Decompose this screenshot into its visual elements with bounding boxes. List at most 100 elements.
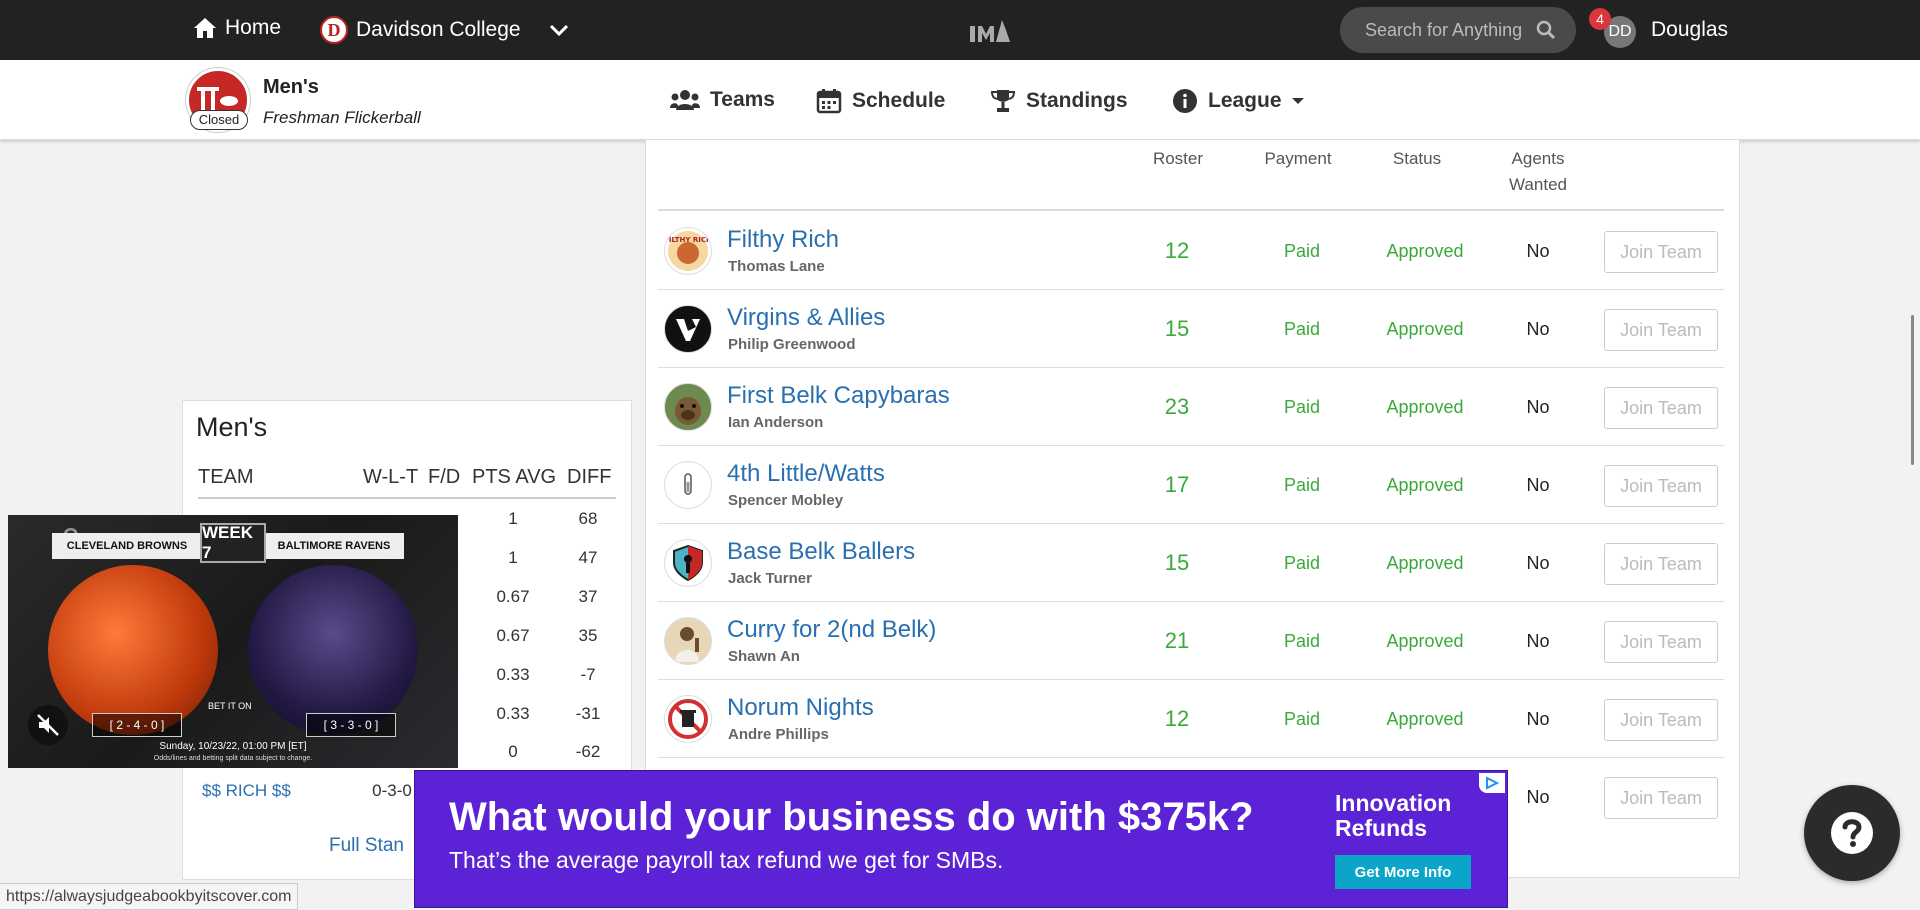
standings-diff: -7	[580, 665, 596, 684]
adchoices-icon[interactable]	[1479, 773, 1505, 793]
team-name-link[interactable]: Virgins & Allies	[727, 304, 885, 332]
game-date: Sunday, 10/23/22, 01:00 PM [ET]	[159, 741, 307, 752]
ad-banner[interactable]: What would your business do with $375k? …	[414, 770, 1508, 908]
header-divider	[658, 209, 1724, 211]
week-label: WEEK 7	[200, 523, 266, 563]
team-logo-icon[interactable]	[664, 695, 712, 743]
roster-count[interactable]: 12	[1150, 706, 1204, 732]
payment-status: Paid	[1283, 241, 1321, 261]
team-logo-icon[interactable]	[664, 617, 712, 665]
home-team-banner: CLEVELAND BROWNS	[52, 533, 202, 559]
home-link[interactable]: Home	[193, 16, 281, 40]
team-logo-icon[interactable]	[664, 383, 712, 431]
search-input[interactable]: Search for Anything	[1340, 7, 1576, 53]
full-standings-link[interactable]: Full Stan	[329, 835, 404, 857]
table-row: 4th Little/Watts Spencer Mobley 17 Paid …	[658, 446, 1724, 524]
page-scrollbar[interactable]	[1911, 315, 1914, 465]
home-icon	[194, 18, 216, 38]
tab-standings[interactable]: Standings	[990, 88, 1128, 114]
tab-schedule[interactable]: Schedule	[816, 88, 945, 114]
standings-diff: -62	[575, 742, 601, 761]
payment-status: Paid	[1283, 319, 1321, 339]
roster-count[interactable]: 15	[1150, 550, 1204, 576]
team-name-link[interactable]: Curry for 2(nd Belk)	[727, 616, 936, 644]
school-link[interactable]: D Davidson College	[320, 16, 521, 44]
svg-text:FILTHY RICH: FILTHY RICH	[665, 236, 711, 244]
tab-league[interactable]: League	[1172, 88, 1316, 114]
notification-badge[interactable]: 4	[1589, 8, 1611, 30]
approval-status: Approved	[1386, 631, 1464, 651]
users-icon	[670, 90, 700, 110]
trophy-icon	[990, 90, 1016, 112]
team-logo-icon[interactable]	[664, 461, 712, 509]
standings-diff: 35	[578, 626, 598, 645]
user-name[interactable]: Douglas	[1651, 18, 1728, 42]
approval-status: Approved	[1386, 553, 1464, 573]
standings-diff: 37	[578, 587, 598, 606]
roster-count[interactable]: 21	[1150, 628, 1204, 654]
standings-head-diff: DIFF	[567, 466, 612, 488]
roster-count[interactable]: 12	[1150, 238, 1204, 264]
ad-brand-line2: Refunds	[1335, 815, 1427, 841]
team-logo-icon[interactable]	[664, 305, 712, 353]
join-team-button[interactable]: Join Team	[1604, 465, 1718, 507]
calendar-icon	[816, 89, 842, 114]
video-player[interactable]: Q CLEVELAND BROWNS BALTIMORE RAVENS WEEK…	[8, 515, 458, 768]
tab-league-label: League	[1208, 89, 1282, 112]
join-team-button[interactable]: Join Team	[1604, 777, 1718, 819]
status-bar-url: https://alwaysjudgeabookbyitscover.com	[0, 883, 299, 910]
join-team-button[interactable]: Join Team	[1604, 231, 1718, 273]
tab-standings-label: Standings	[1026, 89, 1128, 112]
team-logo-icon[interactable]	[664, 539, 712, 587]
get-more-info-button[interactable]: Get More Info	[1335, 855, 1471, 889]
standings-diff: 68	[578, 509, 598, 528]
team-name-link[interactable]: Base Belk Ballers	[727, 538, 915, 566]
roster-count[interactable]: 17	[1150, 472, 1204, 498]
help-button[interactable]	[1804, 785, 1900, 881]
tab-teams-label: Teams	[710, 88, 775, 111]
league-title: Men's	[263, 76, 319, 98]
team-logo-icon[interactable]: FILTHY RICH	[664, 227, 712, 275]
team-name-link[interactable]: 4th Little/Watts	[727, 460, 885, 488]
league-subtitle: Freshman Flickerball	[263, 108, 421, 127]
join-team-button[interactable]: Join Team	[1604, 699, 1718, 741]
tab-schedule-label: Schedule	[852, 89, 946, 112]
roster-count[interactable]: 15	[1150, 316, 1204, 342]
join-team-button[interactable]: Join Team	[1604, 387, 1718, 429]
standings-pts: 0.33	[496, 665, 530, 684]
payment-status: Paid	[1283, 475, 1321, 495]
chevron-down-icon[interactable]	[548, 20, 570, 40]
team-name-link[interactable]: First Belk Capybaras	[727, 382, 950, 410]
col-agents-wanted: Agents Wanted	[1496, 149, 1580, 195]
mute-button[interactable]	[28, 705, 68, 745]
team-name-link[interactable]: Filthy Rich	[727, 226, 839, 254]
approval-status: Approved	[1386, 241, 1464, 261]
question-icon	[1831, 812, 1873, 854]
col-payment: Payment	[1264, 149, 1332, 168]
tab-teams[interactable]: Teams	[670, 88, 775, 112]
standings-head-team: TEAM	[198, 466, 254, 488]
home-label: Home	[225, 16, 282, 39]
team-captain: Shawn An	[728, 648, 800, 665]
agents-wanted: No	[1526, 475, 1550, 495]
standings-pts: 1	[508, 548, 518, 567]
team-captain: Jack Turner	[728, 570, 812, 587]
away-team-banner: BALTIMORE RAVENS	[264, 533, 404, 559]
team-name-link[interactable]: Norum Nights	[727, 694, 874, 722]
standings-pts: 1	[508, 509, 518, 528]
ad-subline: That’s the average payroll tax refund we…	[449, 847, 1004, 873]
roster-count[interactable]: 23	[1150, 394, 1204, 420]
school-label: Davidson College	[356, 18, 521, 41]
search-icon[interactable]	[1536, 20, 1556, 40]
standings-pts: 0	[508, 742, 518, 761]
agents-wanted: No	[1526, 787, 1550, 807]
join-team-button[interactable]: Join Team	[1604, 621, 1718, 663]
join-team-button[interactable]: Join Team	[1604, 309, 1718, 351]
team-captain: Spencer Mobley	[728, 492, 844, 509]
imleagues-logo-icon[interactable]	[968, 16, 1012, 44]
standings-pts: 0.67	[496, 626, 530, 645]
approval-status: Approved	[1386, 709, 1464, 729]
join-team-button[interactable]: Join Team	[1604, 543, 1718, 585]
approval-status: Approved	[1386, 397, 1464, 417]
standings-team-link[interactable]: $$ RICH $$	[202, 781, 291, 801]
